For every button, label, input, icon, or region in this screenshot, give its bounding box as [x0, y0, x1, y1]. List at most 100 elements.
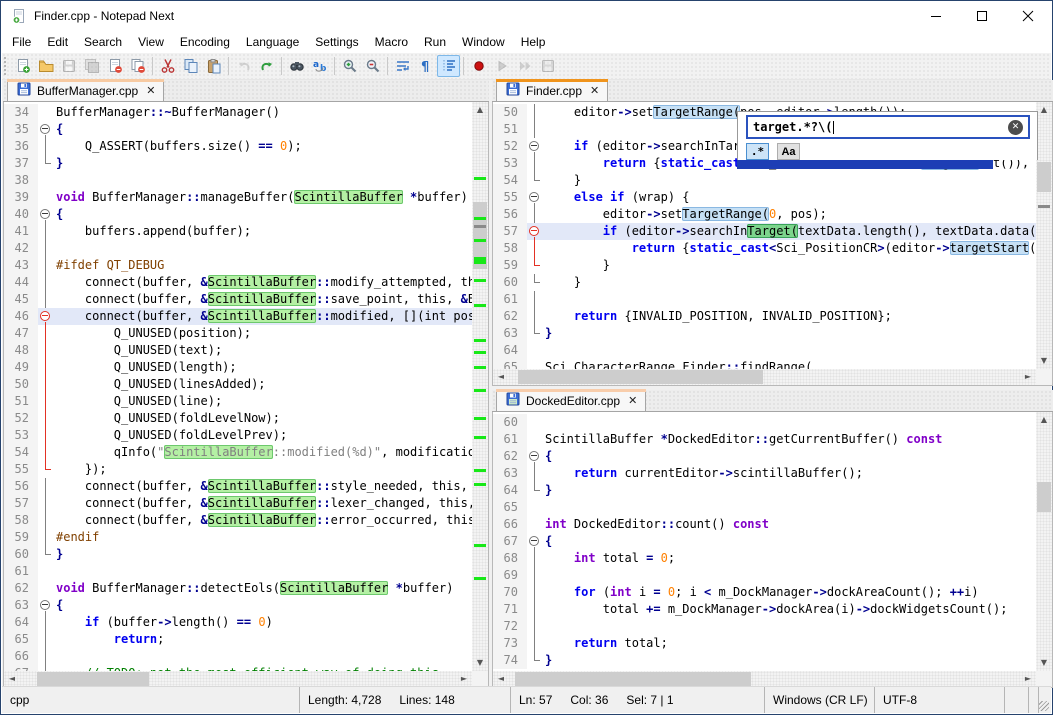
tab-close-icon[interactable]: ✕: [146, 84, 155, 97]
copy-icon[interactable]: [179, 55, 202, 77]
toolbar-grip-handle[interactable]: [4, 57, 11, 75]
fold-margin: [38, 325, 54, 342]
menu-item-edit[interactable]: Edit: [39, 32, 76, 52]
fold-collapse-marker[interactable]: [527, 448, 543, 465]
scrollbar-thumb[interactable]: [1037, 162, 1051, 192]
scroll-down-icon[interactable]: ▼: [1036, 655, 1052, 671]
vertical-scrollbar[interactable]: ▲▼: [1036, 412, 1052, 671]
new-file-icon[interactable]: [11, 55, 34, 77]
code-line-35: 35{: [4, 121, 472, 138]
line-number: 64: [4, 614, 38, 631]
scroll-left-icon[interactable]: ◄: [493, 369, 509, 385]
paste-icon[interactable]: [202, 55, 225, 77]
line-number: 63: [493, 325, 527, 342]
scroll-left-icon[interactable]: ◄: [4, 671, 20, 687]
menu-item-macro[interactable]: Macro: [367, 32, 416, 52]
menu-item-help[interactable]: Help: [513, 32, 554, 52]
fold-margin: [527, 206, 543, 223]
fold-collapse-marker[interactable]: [38, 206, 54, 223]
regex-toggle-button[interactable]: .*: [746, 143, 769, 160]
code-line-49: 49 Q_UNUSED(length);: [4, 359, 472, 376]
encoding-cell[interactable]: UTF-8: [875, 687, 1005, 713]
horizontal-scrollbar[interactable]: ◄►: [493, 671, 1036, 687]
scrollbar-thumb[interactable]: [515, 672, 751, 686]
scroll-up-icon[interactable]: ▲: [1036, 102, 1052, 118]
eol-format-cell[interactable]: Windows (CR LF): [765, 687, 875, 713]
title-bar[interactable]: Finder.cpp - Notepad Next: [2, 1, 1051, 30]
cut-icon[interactable]: [156, 55, 179, 77]
code-line-40: 40{: [4, 206, 472, 223]
zoom-in-icon[interactable]: [338, 55, 361, 77]
close-button[interactable]: [1005, 1, 1051, 30]
scroll-down-icon[interactable]: ▼: [472, 655, 488, 671]
fold-collapse-marker[interactable]: [38, 308, 54, 325]
document-stats-cell[interactable]: Length: 4,728Lines: 148: [300, 687, 511, 713]
code-text: [543, 291, 1036, 308]
vertical-scrollbar[interactable]: ▲▼: [1036, 102, 1052, 369]
change-marker: [474, 304, 486, 307]
vertical-scrollbar[interactable]: ▲▼: [472, 102, 488, 671]
code-line-56: 56 editor->setTargetRange(0, pos);: [493, 206, 1036, 223]
menu-item-view[interactable]: View: [130, 32, 172, 52]
redo-icon[interactable]: [255, 55, 278, 77]
close-all-files-icon[interactable]: [126, 55, 149, 77]
horizontal-scrollbar[interactable]: ◄►: [4, 671, 472, 687]
scroll-up-icon[interactable]: ▲: [1036, 412, 1052, 428]
fold-collapse-marker[interactable]: [527, 138, 543, 155]
search-input[interactable]: target.*?\( ✕: [746, 115, 1030, 139]
code-area[interactable]: 6061ScintillaBuffer *DockedEditor::getCu…: [493, 412, 1036, 671]
scroll-right-icon[interactable]: ►: [456, 671, 472, 687]
tab-dockededitor-cpp[interactable]: DockedEditor.cpp✕: [496, 389, 646, 411]
menu-item-settings[interactable]: Settings: [307, 32, 366, 52]
fold-collapse-marker[interactable]: [38, 597, 54, 614]
line-number: 57: [4, 495, 38, 512]
scroll-down-icon[interactable]: ▼: [1036, 353, 1052, 369]
fold-margin: [38, 223, 54, 240]
close-file-icon[interactable]: [103, 55, 126, 77]
fold-collapse-marker[interactable]: [527, 223, 543, 240]
scrollbar-thumb[interactable]: [1037, 482, 1051, 512]
macro-record-icon[interactable]: [467, 55, 490, 77]
tab-close-icon[interactable]: ✕: [628, 394, 637, 407]
tab-finder-cpp[interactable]: Finder.cpp✕: [496, 79, 608, 101]
scroll-left-icon[interactable]: ◄: [493, 671, 509, 687]
find-icon[interactable]: [285, 55, 308, 77]
replace-icon[interactable]: ab: [308, 55, 331, 77]
scroll-right-icon[interactable]: ►: [1020, 369, 1036, 385]
code-line-36: 36 Q_ASSERT(buffers.size() == 0);: [4, 138, 472, 155]
scroll-up-icon[interactable]: ▲: [472, 102, 488, 118]
indent-guide-icon[interactable]: [437, 55, 460, 77]
menu-item-window[interactable]: Window: [454, 32, 513, 52]
minimize-button[interactable]: [913, 1, 959, 30]
code-area[interactable]: 34BufferManager::~BufferManager()35{36 Q…: [4, 102, 472, 671]
cursor-position-cell[interactable]: Ln: 57Col: 36Sel: 7 | 1: [511, 687, 765, 713]
tab-buffermanager-cpp[interactable]: BufferManager.cpp✕: [7, 79, 164, 101]
language-cell[interactable]: cpp: [2, 687, 300, 713]
tab-close-icon[interactable]: ✕: [590, 84, 599, 97]
show-all-characters-icon[interactable]: ¶: [414, 55, 437, 77]
fold-collapse-marker[interactable]: [527, 189, 543, 206]
maximize-button[interactable]: [959, 1, 1005, 30]
horizontal-scrollbar[interactable]: ◄►: [493, 369, 1036, 385]
window-resize-grip[interactable]: [1039, 687, 1051, 713]
match-case-toggle-button[interactable]: Aa: [777, 143, 800, 160]
change-marker: [474, 257, 486, 264]
menu-item-run[interactable]: Run: [416, 32, 454, 52]
scrollbar-thumb[interactable]: [37, 672, 149, 686]
open-file-icon[interactable]: [34, 55, 57, 77]
fold-collapse-marker[interactable]: [38, 121, 54, 138]
menu-item-encoding[interactable]: Encoding: [172, 32, 238, 52]
fold-margin: [527, 342, 543, 359]
menu-item-search[interactable]: Search: [76, 32, 130, 52]
scroll-right-icon[interactable]: ►: [1020, 671, 1036, 687]
clear-search-icon[interactable]: ✕: [1008, 120, 1023, 135]
word-wrap-icon[interactable]: [391, 55, 414, 77]
change-marker: [474, 351, 486, 354]
menu-item-file[interactable]: File: [4, 32, 39, 52]
fold-margin: [38, 631, 54, 648]
scrollbar-thumb[interactable]: [518, 370, 763, 384]
menu-item-language[interactable]: Language: [238, 32, 307, 52]
change-marker: [474, 417, 486, 420]
zoom-out-icon[interactable]: [361, 55, 384, 77]
fold-collapse-marker[interactable]: [527, 533, 543, 550]
